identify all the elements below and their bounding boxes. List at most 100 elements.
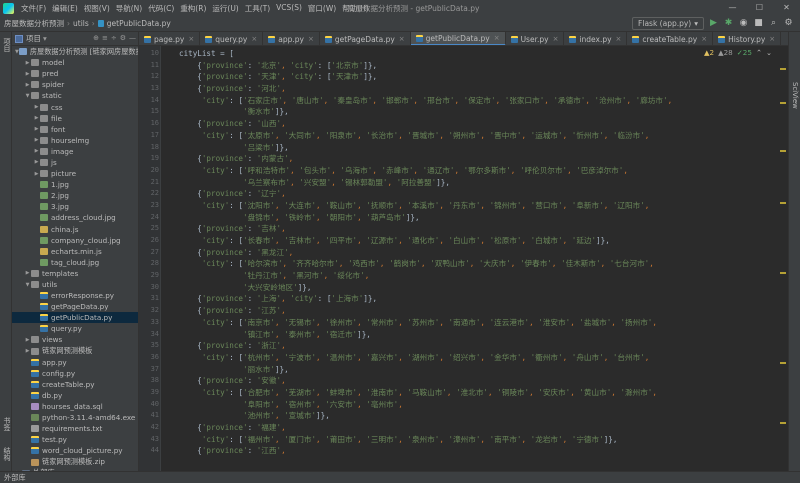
tree-item[interactable]: ▶ views <box>12 334 138 345</box>
search-icon[interactable]: ⌕ <box>768 17 779 30</box>
panel-tool-icon[interactable]: ÷ <box>111 34 117 42</box>
menu-item[interactable]: 代码(C) <box>145 3 177 14</box>
tree-item[interactable]: python-3.11.4-amd64.exe <box>12 412 138 423</box>
code-editor[interactable]: 10 cityList = [11 {'province': '北京', 'cit… <box>151 48 774 471</box>
tree-item[interactable]: ▶ hourselmg <box>12 135 138 146</box>
tree-item[interactable]: 链家网预测模板.zip <box>12 456 138 467</box>
breadcrumb-file[interactable]: getPublicData.py <box>107 19 171 28</box>
menu-item[interactable]: 运行(U) <box>209 3 241 14</box>
panel-tool-icon[interactable]: ≡ <box>102 34 108 42</box>
menu-item[interactable]: 视图(V) <box>81 3 113 14</box>
editor-tab[interactable]: createTable.py × <box>627 32 714 45</box>
project-panel-title[interactable]: 项目 <box>26 33 41 44</box>
chevron-right-icon[interactable]: ▶ <box>33 104 40 110</box>
structure-tool-button[interactable]: 结构 <box>2 447 12 461</box>
tree-item[interactable]: db.py <box>12 390 138 401</box>
project-tool-button[interactable]: 项目 <box>2 38 12 52</box>
menu-item[interactable]: 导航(N) <box>113 3 145 14</box>
chevron-right-icon[interactable]: ▶ <box>24 71 31 77</box>
close-tab-icon[interactable]: × <box>308 35 314 43</box>
tree-item[interactable]: test.py <box>12 434 138 445</box>
panel-tool-icon[interactable]: ⚙ <box>120 34 126 42</box>
menu-item[interactable]: 文件(F) <box>18 3 49 14</box>
panel-tool-icon[interactable]: ⊕ <box>93 34 99 42</box>
tree-item[interactable]: ▶ css <box>12 101 138 112</box>
scrollbar-markers[interactable] <box>780 62 786 462</box>
minimize-icon[interactable]: — <box>719 0 746 16</box>
editor-tab[interactable]: page.py × <box>139 32 201 45</box>
close-tab-icon[interactable]: × <box>553 35 559 43</box>
menu-item[interactable]: 工具(T) <box>242 3 273 14</box>
close-tab-icon[interactable]: × <box>251 35 257 43</box>
tree-item[interactable]: tag_cloud.jpg <box>12 257 138 268</box>
chevron-right-icon[interactable]: ▶ <box>33 159 40 165</box>
run-icon[interactable]: ▶ <box>708 17 719 30</box>
bookmarks-tool-button[interactable]: 书签 <box>2 417 12 431</box>
sciview-tool-button[interactable]: SciView <box>791 82 799 109</box>
editor-tab[interactable]: index.py × <box>564 32 628 45</box>
tree-item[interactable]: errorResponse.py <box>12 290 138 301</box>
tree-item[interactable]: query.py <box>12 323 138 334</box>
editor-tab[interactable]: getPageData.py × <box>320 32 411 45</box>
tree-item[interactable]: getPageData.py <box>12 301 138 312</box>
tree-item[interactable]: 3.jpg <box>12 201 138 212</box>
chevron-down-icon[interactable]: ▼ <box>24 282 31 288</box>
editor-tab[interactable]: User.py × <box>506 32 565 45</box>
tree-item[interactable]: ▼ static <box>12 90 138 101</box>
chevron-down-icon[interactable]: ▼ <box>24 93 31 99</box>
chevron-right-icon[interactable]: ▶ <box>33 148 40 154</box>
close-tab-icon[interactable]: × <box>494 34 500 42</box>
tree-item[interactable]: ▶ font <box>12 124 138 135</box>
chevron-right-icon[interactable]: ▶ <box>24 337 31 343</box>
chevron-right-icon[interactable]: ▶ <box>24 270 31 276</box>
menu-item[interactable]: VCS(S) <box>273 3 305 14</box>
chevron-right-icon[interactable]: ▶ <box>33 115 40 121</box>
close-tab-icon[interactable]: × <box>701 35 707 43</box>
tree-item[interactable]: ▶ model <box>12 57 138 68</box>
close-tab-icon[interactable]: × <box>616 35 622 43</box>
editor-tab[interactable]: History.py × <box>713 32 782 45</box>
gear-icon[interactable]: ⚙ <box>783 17 794 30</box>
close-tab-icon[interactable]: × <box>769 35 775 43</box>
tree-item[interactable]: ▶ picture <box>12 168 138 179</box>
tree-item[interactable]: 1.jpg <box>12 179 138 190</box>
chevron-right-icon[interactable]: ▶ <box>24 348 31 354</box>
chevron-right-icon[interactable]: ▶ <box>33 126 40 132</box>
tree-item[interactable]: ▶ spider <box>12 79 138 90</box>
menu-item[interactable]: 窗口(W) <box>305 3 339 14</box>
maximize-icon[interactable]: ☐ <box>746 0 773 16</box>
close-tab-icon[interactable]: × <box>188 35 194 43</box>
chevron-right-icon[interactable]: ▶ <box>33 171 40 177</box>
tree-item[interactable]: china.js <box>12 224 138 235</box>
tree-item[interactable]: hourses_data.sql <box>12 401 138 412</box>
tree-item[interactable]: ▶ image <box>12 146 138 157</box>
tree-item[interactable]: ▶ 链家网预测模板 <box>12 346 138 357</box>
tree-item[interactable]: ▼ utils <box>12 279 138 290</box>
tree-item[interactable]: createTable.py <box>12 379 138 390</box>
editor-tab[interactable]: getPublicData.py × <box>410 32 506 45</box>
tree-item[interactable]: getPublicData.py <box>12 312 138 324</box>
tree-item[interactable]: 2.jpg <box>12 190 138 201</box>
menu-item[interactable]: 重构(R) <box>177 3 209 14</box>
chevron-right-icon[interactable]: ▶ <box>24 60 31 66</box>
tree-item[interactable]: ▼房屋数据分析预测 [链家网房屋数据分析] <box>12 46 138 57</box>
tree-item[interactable]: echarts.min.js <box>12 246 138 257</box>
menu-item[interactable]: 编辑(E) <box>49 3 81 14</box>
tree-item[interactable]: config.py <box>12 368 138 379</box>
chevron-down-icon[interactable]: ▾ <box>43 34 47 43</box>
breadcrumb-folder[interactable]: utils <box>73 19 89 28</box>
stop-icon[interactable]: ■ <box>753 17 764 30</box>
coverage-icon[interactable]: ◉ <box>738 17 749 30</box>
tree-item[interactable]: ▶ pred <box>12 68 138 79</box>
close-tab-icon[interactable]: × <box>399 35 405 43</box>
run-configuration-select[interactable]: Flask (app.py) ▾ <box>632 17 704 30</box>
tree-item[interactable]: ▶ templates <box>12 268 138 279</box>
tree-item[interactable]: requirements.txt <box>12 423 138 434</box>
tree-item[interactable]: ▶ file <box>12 113 138 124</box>
editor-tab[interactable]: app.py × <box>263 32 320 45</box>
chevron-right-icon[interactable]: ▶ <box>24 82 31 88</box>
breadcrumb-project[interactable]: 房屋数据分析预测 <box>4 18 64 29</box>
tree-item[interactable]: ▶ js <box>12 157 138 168</box>
debug-icon[interactable]: ✱ <box>723 17 734 30</box>
tree-item[interactable]: word_cloud_picture.py <box>12 445 138 456</box>
